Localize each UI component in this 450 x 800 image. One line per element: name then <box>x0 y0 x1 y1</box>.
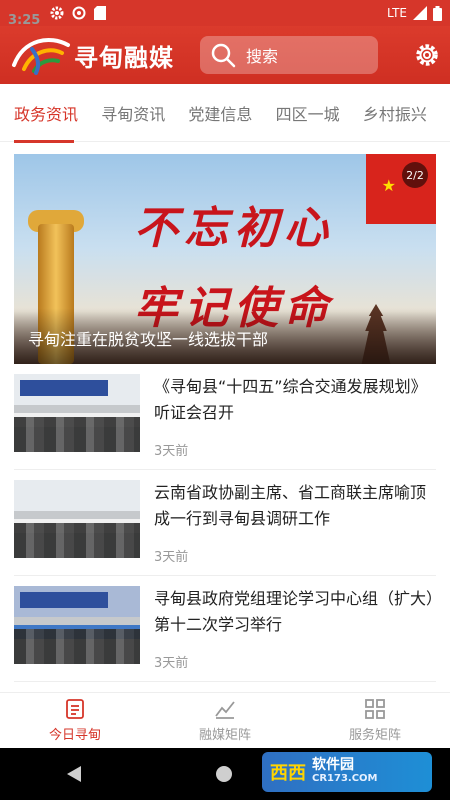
nav-service-matrix[interactable]: 服务矩阵 <box>300 693 450 748</box>
app-name: 寻甸融媒 <box>74 43 174 72</box>
article-thumbnail <box>14 480 140 558</box>
bottom-nav: 今日寻甸 融媒矩阵 服务矩阵 <box>0 692 450 748</box>
news-icon <box>66 699 84 719</box>
watermark-logo: 西西 软件园 CR173.COM <box>262 752 432 792</box>
gear-icon <box>50 6 64 20</box>
tab-rural-revitalization[interactable]: 乡村振兴 <box>363 101 450 125</box>
tab-gov-news[interactable]: 政务资讯 <box>14 101 101 143</box>
article-title: 寻甸县政府党组理论学习中心组（扩大）第十二次学习举行 <box>154 589 435 634</box>
watermark-main: 西西 <box>270 763 306 784</box>
star-icon: ★ <box>381 176 396 195</box>
banner-slogan-line1: 不忘初心 <box>134 203 334 254</box>
article-title: 云南省政协副主席、省工商联主席喻顶成一行到寻甸县调研工作 <box>154 483 427 528</box>
article-time: 3天前 <box>154 444 189 459</box>
category-tabs: 政务资讯 寻甸资讯 党建信息 四区一城 乡村振兴 <box>0 84 450 143</box>
article-list: 《寻甸县“十四五”综合交通发展规划》听证会召开 3天前 云南省政协副主席、省工商… <box>14 364 436 682</box>
article-meta: 寻甸县政府党组理论学习中心组（扩大）第十二次学习举行 3天前 <box>154 586 436 671</box>
article-time: 3天前 <box>154 550 189 565</box>
signal-icon <box>413 6 427 20</box>
banner-carousel[interactable]: ★ 不忘初心 牢记使命 寻甸注重在脱贫攻坚一线选拔干部 2/2 <box>14 154 436 364</box>
status-icons <box>50 6 107 20</box>
tab-four-zones[interactable]: 四区一城 <box>276 101 363 125</box>
banner-caption: 寻甸注重在脱贫攻坚一线选拔干部 <box>28 330 269 349</box>
sync-icon <box>72 6 86 20</box>
search-placeholder: 搜索 <box>246 47 279 66</box>
grid-icon <box>365 699 385 719</box>
list-item[interactable]: 寻甸县政府党组理论学习中心组（扩大）第十二次学习举行 3天前 <box>14 576 436 682</box>
banner-page-indicator: 2/2 <box>402 162 428 188</box>
nav-today-xundian[interactable]: 今日寻甸 <box>0 693 150 748</box>
list-item[interactable]: 《寻甸县“十四五”综合交通发展规划》听证会召开 3天前 <box>14 364 436 470</box>
article-thumbnail <box>14 586 140 664</box>
article-title: 《寻甸县“十四五”综合交通发展规划》听证会召开 <box>154 377 427 422</box>
app-logo: 寻甸融媒 <box>10 35 174 75</box>
nav-label: 服务矩阵 <box>348 728 401 743</box>
settings-gear-icon[interactable] <box>414 42 440 68</box>
watermark-text: 软件园 CR173.COM <box>312 758 378 786</box>
status-right: LTE <box>387 5 442 21</box>
tab-party-building[interactable]: 党建信息 <box>188 101 275 125</box>
nav-media-matrix[interactable]: 融媒矩阵 <box>150 693 300 748</box>
list-item[interactable]: 云南省政协副主席、省工商联主席喻顶成一行到寻甸县调研工作 3天前 <box>14 470 436 576</box>
watermark-name: 软件园 <box>312 757 354 773</box>
logo-icon <box>12 37 70 75</box>
status-bar: 3:25 LTE <box>0 0 450 28</box>
nav-label: 融媒矩阵 <box>198 728 251 743</box>
article-time: 3天前 <box>154 656 189 671</box>
article-meta: 《寻甸县“十四五”综合交通发展规划》听证会召开 3天前 <box>154 374 436 459</box>
battery-icon <box>433 5 442 21</box>
article-meta: 云南省政协副主席、省工商联主席喻顶成一行到寻甸县调研工作 3天前 <box>154 480 436 565</box>
app-header: 寻甸融媒 搜索 <box>0 26 450 84</box>
network-label: LTE <box>387 6 407 20</box>
home-icon[interactable] <box>215 766 232 782</box>
nav-label: 今日寻甸 <box>48 728 101 743</box>
tab-xundian-news[interactable]: 寻甸资讯 <box>101 101 188 125</box>
watermark-url: CR173.COM <box>312 773 378 784</box>
article-thumbnail <box>14 374 140 452</box>
flag-graphic <box>366 154 436 224</box>
search-box[interactable]: 搜索 <box>200 36 378 74</box>
matrix-icon <box>215 701 235 719</box>
back-icon[interactable] <box>67 766 82 782</box>
search-icon <box>211 43 236 68</box>
sd-card-icon <box>94 6 107 20</box>
